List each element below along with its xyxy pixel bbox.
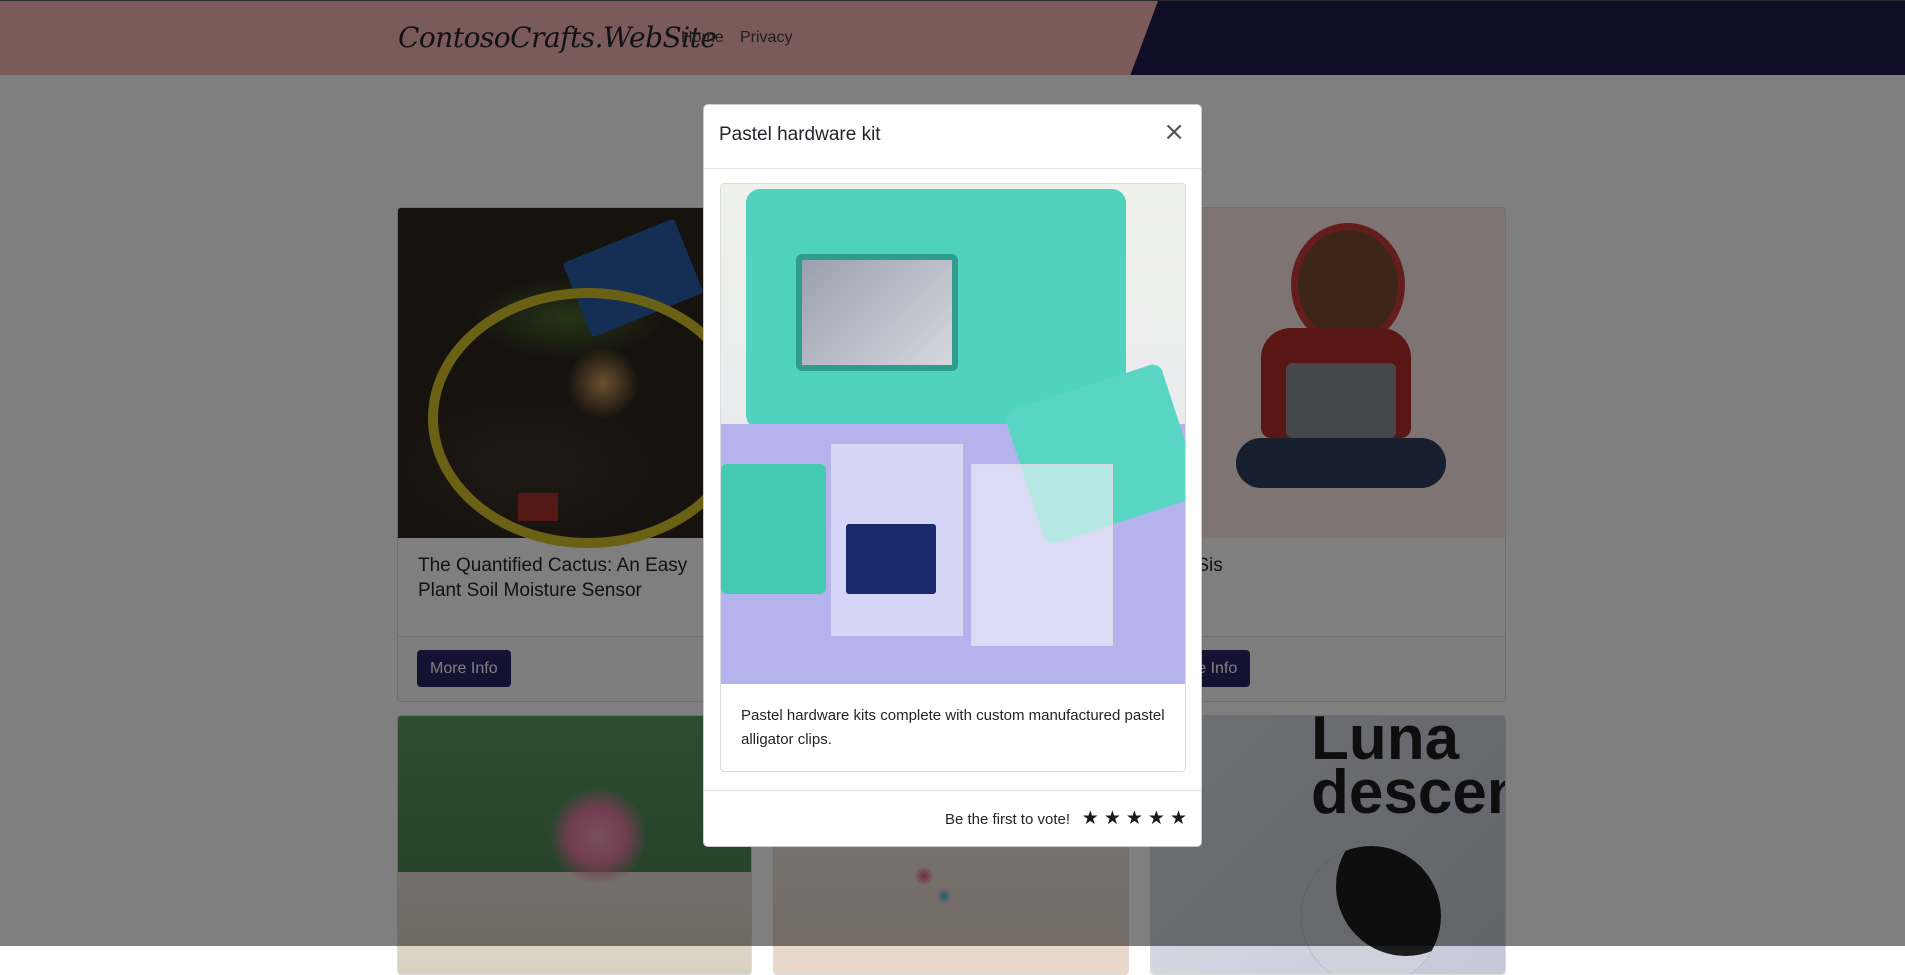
star-icon[interactable]: ★ — [1126, 807, 1143, 829]
product-image — [721, 184, 1185, 684]
kit-mirror — [796, 254, 958, 371]
kit-bag — [971, 464, 1113, 646]
star-icon[interactable]: ★ — [1148, 807, 1165, 829]
modal-product-card: Pastel hardware kits complete with custo… — [720, 183, 1186, 772]
kit-circuit-board — [846, 524, 936, 594]
star-icon[interactable]: ★ — [1104, 807, 1121, 829]
product-modal: Pastel hardware kit × Pastel hardware ki… — [703, 104, 1202, 847]
close-icon[interactable]: × — [1163, 119, 1185, 145]
modal-title: Pastel hardware kit — [719, 124, 881, 145]
star-icon[interactable]: ★ — [1170, 807, 1187, 829]
modal-footer: Be the first to vote! ★ ★ ★ ★ ★ — [704, 790, 1201, 846]
product-description: Pastel hardware kits complete with custo… — [741, 707, 1165, 748]
star-icon[interactable]: ★ — [1082, 807, 1099, 829]
kit-tray-left — [721, 464, 826, 594]
star-rating: ★ ★ ★ ★ ★ — [1082, 807, 1187, 829]
modal-header: Pastel hardware kit × — [704, 105, 1201, 169]
vote-prompt: Be the first to vote! — [944, 811, 1070, 828]
